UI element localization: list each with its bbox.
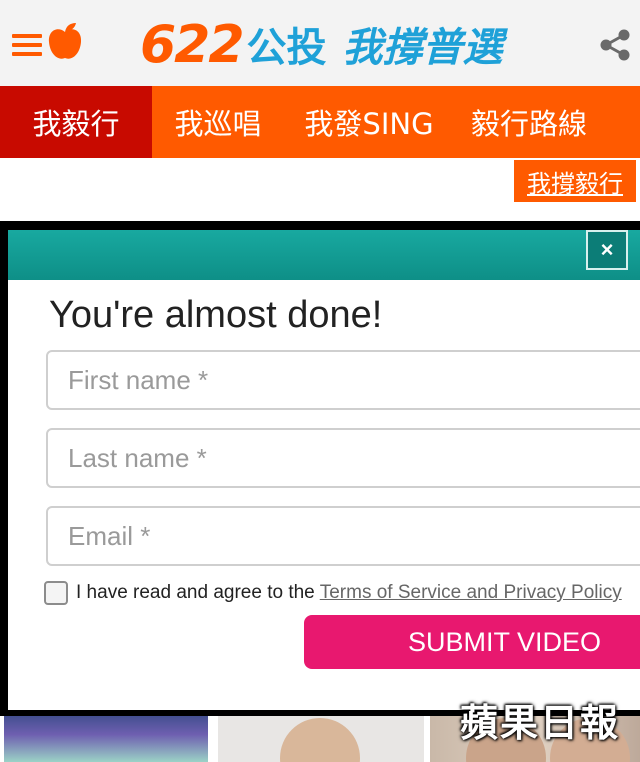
close-button[interactable]: × [586, 230, 628, 270]
nav-item-route[interactable]: 毅行路線 [454, 86, 604, 158]
terms-link[interactable]: Terms of Service and Privacy Policy [320, 582, 622, 604]
email-input[interactable] [48, 508, 640, 564]
logo-number: 622 [140, 15, 245, 75]
first-name-field[interactable] [46, 350, 640, 410]
modal-header [8, 230, 640, 280]
logo-vote-text: 公投 [246, 25, 327, 71]
last-name-input[interactable] [48, 430, 640, 486]
site-header: 622 公投 我撐普選 [0, 0, 640, 86]
nav-item-tour[interactable]: 我巡唱 [152, 86, 284, 158]
nav-item-sing[interactable]: 我發SING [284, 86, 454, 158]
terms-agreement-row: I have read and agree to the Terms of Se… [44, 580, 640, 606]
first-name-input[interactable] [48, 352, 640, 408]
publisher-watermark: 蘋果日報 [460, 701, 621, 745]
terms-checkbox[interactable] [44, 581, 68, 605]
menu-icon[interactable] [12, 34, 42, 56]
submit-video-button[interactable]: SUBMIT VIDEO [304, 615, 640, 669]
last-name-field[interactable] [46, 428, 640, 488]
logo-slogan: 我撐普選 [342, 25, 503, 71]
video-thumbnail[interactable] [4, 712, 208, 762]
terms-agree-text: I have read and agree to the [76, 582, 315, 603]
nav-item-hike[interactable]: 我毅行 [0, 86, 152, 158]
close-icon: × [600, 237, 614, 262]
email-field[interactable] [46, 506, 640, 566]
video-thumbnail[interactable] [218, 712, 424, 762]
modal-title: You're almost done! [49, 294, 383, 336]
apple-icon[interactable] [46, 22, 84, 62]
share-icon[interactable] [598, 28, 632, 62]
site-logo[interactable]: 622 公投 我撐普選 [140, 12, 503, 74]
support-hike-button[interactable]: 我撐毅行 [514, 160, 636, 202]
signup-modal: You're almost done! I have read and agre… [8, 280, 640, 710]
main-nav: 我毅行 我巡唱 我發SING 毅行路線 [0, 86, 640, 158]
